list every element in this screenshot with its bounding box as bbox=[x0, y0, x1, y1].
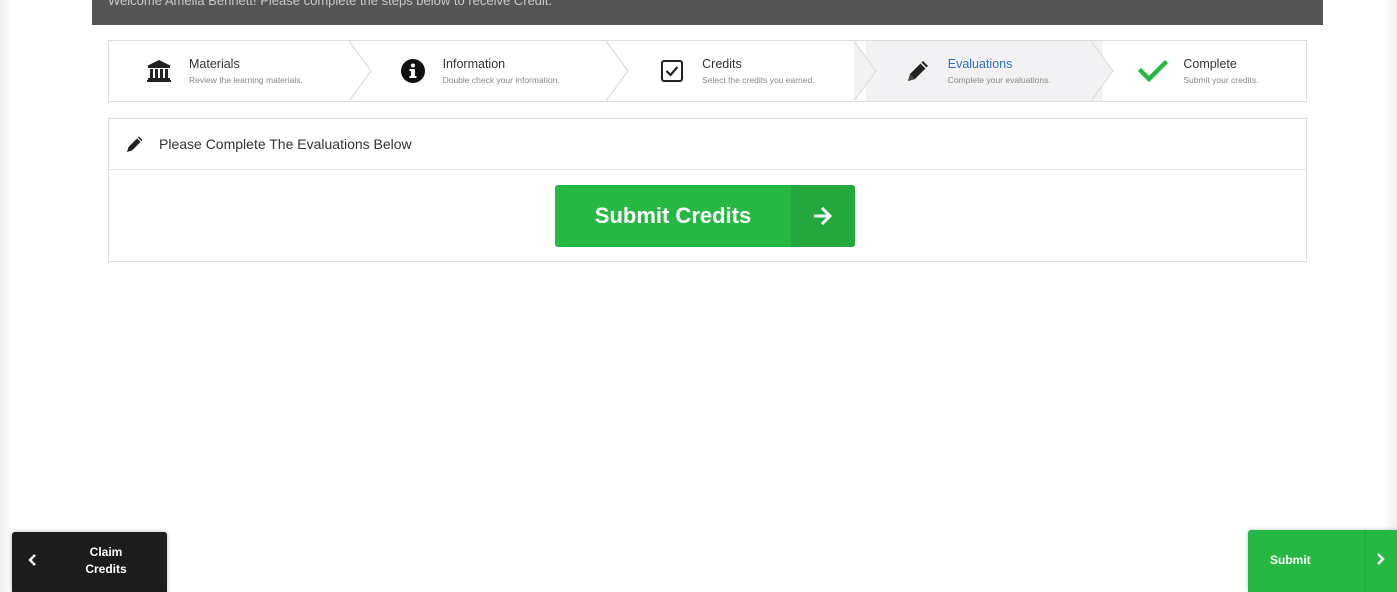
claim-label-line1: Claim bbox=[89, 545, 123, 559]
panel-header: Please Complete The Evaluations Below bbox=[109, 119, 1306, 170]
panel-title: Please Complete The Evaluations Below bbox=[159, 136, 412, 152]
pencil-icon bbox=[125, 134, 145, 154]
pencil-icon bbox=[900, 53, 936, 89]
claim-credits-button[interactable]: Claim Credits bbox=[12, 532, 167, 592]
welcome-banner: Welcome Amelia Bennett! Please complete … bbox=[92, 0, 1323, 25]
step-separator bbox=[348, 41, 372, 101]
step-title: Materials bbox=[189, 56, 240, 71]
submit-label: Submit bbox=[1270, 553, 1311, 567]
step-subtitle: Select the credits you earned. bbox=[702, 74, 815, 85]
step-title: Complete bbox=[1183, 56, 1237, 71]
checkbox-icon bbox=[654, 53, 690, 89]
arrow-right-icon bbox=[791, 185, 855, 247]
step-title: Information bbox=[442, 56, 506, 71]
right-edge-shadow bbox=[1383, 0, 1397, 592]
step-title: Evaluations bbox=[947, 56, 1013, 71]
step-complete[interactable]: Complete Submit your credits. bbox=[1103, 41, 1306, 101]
submit-credits-label: Submit Credits bbox=[594, 203, 752, 228]
claim-label-line2: Credits bbox=[85, 562, 127, 576]
submit-credits-button[interactable]: Submit Credits bbox=[555, 185, 855, 247]
claim-credits-label: Claim Credits bbox=[74, 544, 138, 578]
chevron-right-icon bbox=[1375, 552, 1385, 571]
step-subtitle: Double check your information. bbox=[442, 74, 560, 85]
submit-divider bbox=[1365, 530, 1366, 592]
step-subtitle: Submit your credits. bbox=[1183, 74, 1259, 85]
step-subtitle: Complete your evaluations. bbox=[947, 74, 1051, 85]
step-subtitle: Review the learning materials. bbox=[189, 74, 303, 85]
step-materials[interactable]: Materials Review the learning materials. bbox=[109, 41, 372, 101]
step-separator bbox=[606, 41, 629, 101]
welcome-text: Welcome Amelia Bennett! Please complete … bbox=[108, 0, 553, 8]
step-title: Credits bbox=[702, 56, 742, 71]
bank-icon bbox=[141, 53, 177, 89]
progress-steps: Materials Review the learning materials.… bbox=[108, 40, 1307, 102]
step-separator bbox=[853, 41, 877, 101]
evaluations-panel: Please Complete The Evaluations Below Su… bbox=[108, 118, 1307, 262]
chevron-left-icon bbox=[28, 553, 38, 572]
left-edge-shadow bbox=[0, 0, 12, 592]
submit-button[interactable]: Submit bbox=[1248, 530, 1397, 592]
checkmark-icon bbox=[1135, 53, 1171, 89]
info-circle-icon bbox=[395, 53, 431, 89]
step-credits[interactable]: Credits Select the credits you earned. bbox=[618, 41, 877, 101]
step-information[interactable]: Information Double check your informatio… bbox=[361, 41, 629, 101]
step-evaluations[interactable]: Evaluations Complete your evaluations. bbox=[865, 41, 1115, 101]
step-separator bbox=[1091, 41, 1115, 101]
